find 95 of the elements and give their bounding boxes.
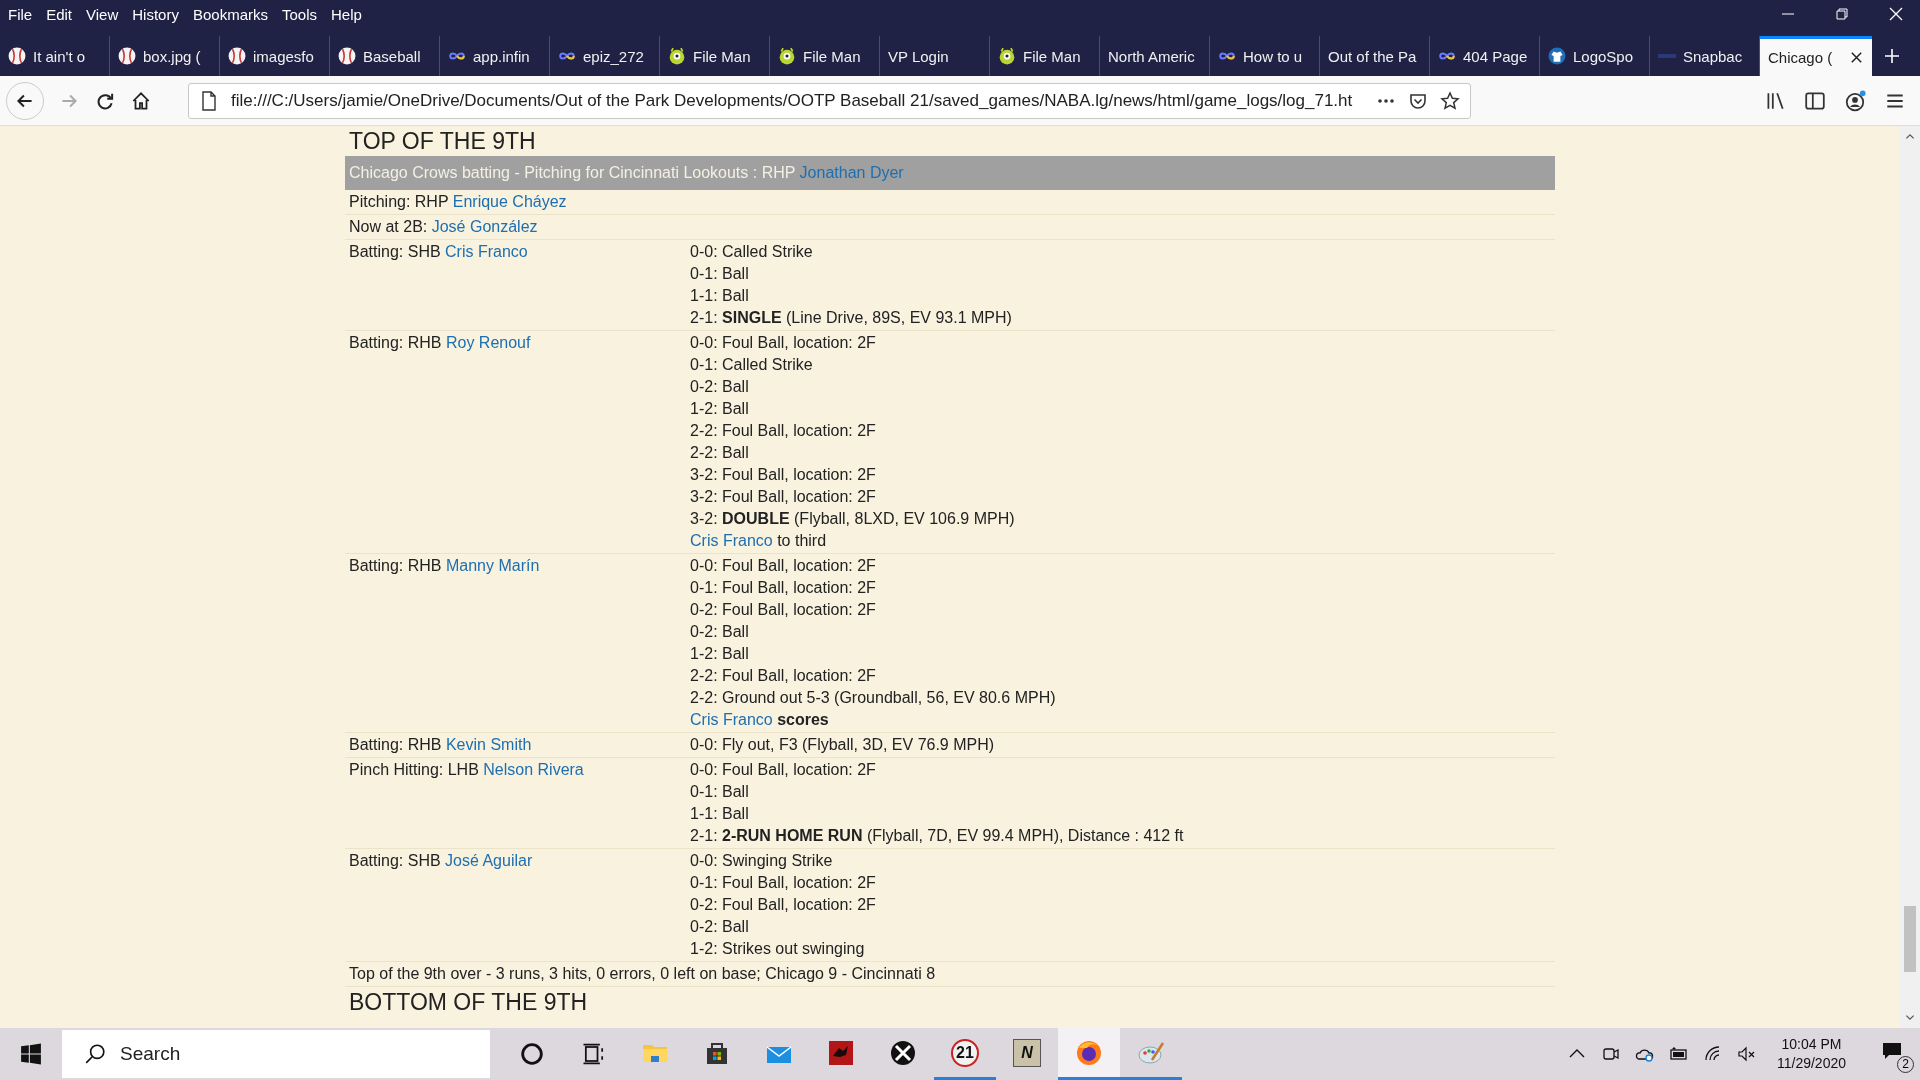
play-text: 1-2: Strikes out swinging bbox=[690, 939, 866, 959]
browser-tab[interactable]: Chicago ( bbox=[1760, 36, 1872, 76]
menu-item[interactable]: Help bbox=[331, 5, 362, 23]
cortana-icon[interactable] bbox=[518, 1040, 546, 1068]
play-text: 0-1: Foul Ball, location: 2F bbox=[690, 873, 876, 893]
play-text: 0-1: Ball bbox=[690, 264, 750, 284]
play-text: 2-2: Foul Ball, location: 2F bbox=[690, 421, 877, 441]
page-icon bbox=[199, 90, 219, 111]
play-text: 0-1: Ball bbox=[690, 782, 750, 802]
batter-label: Now at 2B: José González bbox=[349, 218, 538, 235]
sidebar-icon[interactable] bbox=[1804, 89, 1826, 112]
scrollbar-thumb[interactable] bbox=[1904, 906, 1916, 972]
star-icon[interactable] bbox=[1440, 90, 1460, 111]
url-text: file:///C:/Users/jamie/OneDrive/Documents/Out of the Park Developments/OOTP Baseball 21/saved_games/NABA.lg/news/html/game_logs/log_71.ht bbox=[231, 90, 1354, 111]
game-tile-icon: N bbox=[1013, 1038, 1041, 1067]
player-link[interactable]: Kevin Smith bbox=[445, 736, 532, 753]
play-text: 0-2: Foul Ball, location: 2F bbox=[690, 600, 877, 620]
shirt-icon bbox=[1548, 47, 1566, 65]
batter-label: Batting: SHB José Aguilar bbox=[349, 852, 533, 869]
clock[interactable]: 10:04 PM 11/29/2020 bbox=[1770, 1035, 1852, 1073]
banner-text: Chicago Crows batting - Pitching for Cincinnati Lookouts : RHP Jonathan Dyer bbox=[349, 164, 904, 182]
notification-count: 2 bbox=[1897, 1056, 1914, 1073]
play-text: 0-1: Called Strike bbox=[690, 355, 814, 375]
baseball-icon bbox=[228, 47, 246, 65]
clock-date: 11/29/2020 bbox=[1776, 1054, 1846, 1073]
play-text: 0-2: Ball bbox=[690, 622, 750, 642]
player-link[interactable]: Cris Franco bbox=[690, 532, 773, 549]
player-link[interactable]: José Aguilar bbox=[445, 852, 533, 869]
batter-label: Pinch Hitting: LHB Nelson Rivera bbox=[349, 761, 584, 778]
play-text: Cris Franco to third bbox=[690, 531, 828, 551]
play-text: 0-0: Called Strike bbox=[690, 242, 814, 262]
play-text: 1-1: Ball bbox=[690, 804, 750, 824]
start-icon[interactable] bbox=[20, 1043, 42, 1065]
play-text: 3-2: Foul Ball, location: 2F bbox=[690, 487, 877, 507]
batter-label: Pitching: RHP Enrique Cháyez bbox=[349, 193, 567, 210]
player-link[interactable]: José González bbox=[431, 218, 538, 235]
monster-icon bbox=[668, 47, 686, 65]
play-text: 1-2: Ball bbox=[690, 399, 750, 419]
play-text: 2-2: Ground out 5-3 (Groundball, 56, EV 80.6 MPH) bbox=[690, 688, 1056, 708]
play-text: 2-1: SINGLE (Line Drive, 89S, EV 93.1 MPH) bbox=[690, 308, 1012, 328]
play-text: 3-2: Foul Ball, location: 2F bbox=[690, 465, 877, 485]
menu-item[interactable]: History bbox=[132, 5, 179, 23]
baseball-icon bbox=[8, 47, 26, 65]
muted-speaker-icon[interactable] bbox=[1736, 1044, 1757, 1064]
player-link[interactable]: Roy Renouf bbox=[445, 334, 531, 351]
inning-summary: Top of the 9th over - 3 runs, 3 hits, 0 errors, 0 left on base; Chicago 9 - Cincinnati 8 bbox=[349, 964, 936, 984]
section-heading: BOTTOM OF THE 9TH bbox=[348, 988, 589, 1017]
logo-icon bbox=[1658, 54, 1676, 58]
monster-icon bbox=[998, 47, 1016, 65]
clock-time: 10:04 PM bbox=[1781, 1035, 1842, 1054]
menu-item[interactable]: Tools bbox=[282, 5, 317, 23]
play-text: 0-1: Foul Ball, location: 2F bbox=[690, 578, 877, 598]
baseball-icon bbox=[118, 47, 136, 65]
play-text: Cris Franco scores bbox=[690, 710, 830, 730]
play-text: 0-0: Swinging Strike bbox=[690, 851, 834, 871]
close-tab-icon[interactable] bbox=[1849, 50, 1864, 65]
address-bar[interactable]: file:///C:/Users/jamie/OneDrive/Documents/Out of the Park Developments/OOTP Baseball 21/saved_games/NABA.lg/news/html/game_logs/log_71.ht bbox=[188, 82, 1471, 119]
search-field[interactable]: Search bbox=[62, 1030, 490, 1078]
play-text: 2-2: Ball bbox=[690, 443, 750, 463]
player-link[interactable]: Cris Franco bbox=[690, 711, 773, 728]
scrollbar[interactable] bbox=[1900, 126, 1920, 1028]
play-text: 2-2: Foul Ball, location: 2F bbox=[690, 666, 877, 686]
player-link[interactable]: Manny Marín bbox=[445, 557, 540, 574]
play-text: 1-1: Ball bbox=[690, 286, 750, 306]
menu-item[interactable]: View bbox=[86, 5, 119, 23]
search-icon bbox=[84, 1043, 106, 1065]
play-text: 0-2: Ball bbox=[690, 377, 750, 397]
menu-item[interactable]: File bbox=[8, 5, 33, 23]
player-link[interactable]: Cris Franco bbox=[445, 243, 528, 260]
section-heading: TOP OF THE 9TH bbox=[348, 127, 537, 156]
taskbar-app[interactable]: 21 bbox=[934, 1028, 996, 1080]
player-link[interactable]: Enrique Cháyez bbox=[452, 193, 567, 210]
batter-label: Batting: RHB Manny Marín bbox=[349, 557, 540, 574]
account-icon[interactable] bbox=[1844, 89, 1866, 112]
batter-label: Batting: RHB Kevin Smith bbox=[349, 736, 532, 753]
player-link[interactable]: Nelson Rivera bbox=[483, 761, 584, 778]
play-text: 0-2: Ball bbox=[690, 917, 750, 937]
play-text: 0-2: Foul Ball, location: 2F bbox=[690, 895, 876, 915]
batter-label: Batting: SHB Cris Franco bbox=[349, 243, 528, 260]
taskbar-app[interactable] bbox=[1058, 1028, 1120, 1080]
baseball-icon bbox=[338, 47, 356, 65]
play-text: 0-0: Foul Ball, location: 2F bbox=[690, 556, 877, 576]
menu-item[interactable]: Edit bbox=[46, 5, 73, 23]
monster-icon bbox=[778, 47, 796, 65]
play-text: 2-1: 2-RUN HOME RUN (Flyball, 7D, EV 99.4 MPH), Distance : 412 ft bbox=[690, 826, 1184, 846]
play-text: 0-0: Foul Ball, location: 2F bbox=[690, 333, 877, 353]
taskbar-app[interactable]: N bbox=[996, 1028, 1058, 1080]
new-tab-icon[interactable] bbox=[1882, 46, 1902, 66]
play-text: 3-2: DOUBLE (Flyball, 8LXD, EV 106.9 MPH) bbox=[690, 509, 1015, 529]
menu-item[interactable]: Bookmarks bbox=[192, 5, 268, 23]
play-text: 0-0: Foul Ball, location: 2F bbox=[690, 760, 877, 780]
play-text: 0-0: Fly out, F3 (Flyball, 3D, EV 76.9 MPH) bbox=[690, 735, 995, 755]
play-text: 1-2: Ball bbox=[690, 644, 750, 664]
game-badge-icon: 21 bbox=[951, 1038, 979, 1067]
batter-label: Batting: RHB Roy Renouf bbox=[349, 334, 531, 351]
